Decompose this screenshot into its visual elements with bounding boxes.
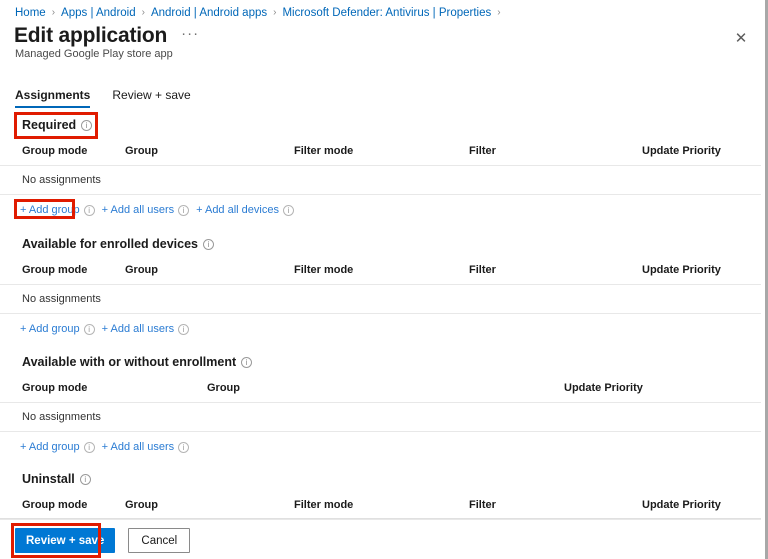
section-title-text: Required [22,118,77,132]
add-group-link[interactable]: + Add group i [20,323,95,335]
column-header-update-priority[interactable]: Update Priority [642,499,721,511]
breadcrumb-separator: › [51,7,56,18]
add-all-devices-link[interactable]: + Add all devices i [196,204,294,216]
tab-review-save[interactable]: Review + save [112,88,190,108]
column-header-update-priority[interactable]: Update Priority [642,264,721,276]
section-required: Required i Group mode Group Filter mode … [0,116,761,216]
column-header-group[interactable]: Group [125,264,158,276]
column-header-filter-mode[interactable]: Filter mode [294,264,353,276]
assignments-table-required: Group mode Group Filter mode Filter Upda… [0,145,761,195]
breadcrumb-separator-trailing: › [497,7,501,18]
section-title-uninstall: Uninstall i [22,472,91,486]
info-icon[interactable]: i [241,356,253,368]
close-icon[interactable]: ✕ [730,27,752,49]
section-title-text: Available for enrolled devices [22,237,198,251]
section-uninstall: Uninstall i Group mode Group Filter mode… [0,470,761,520]
table-header-row: Group mode Group Update Priority [0,382,761,403]
add-all-users-link[interactable]: + Add all users i [101,323,190,335]
info-icon[interactable]: i [81,119,93,131]
review-save-button[interactable]: Review + save [15,528,116,553]
column-header-group[interactable]: Group [207,382,240,394]
add-group-label: + Add group [20,204,80,216]
info-icon[interactable]: i [203,238,214,250]
add-links-row-available-enrolled: + Add group i + Add all users i [20,323,761,335]
add-group-label: + Add group [20,323,80,335]
column-header-group-mode[interactable]: Group mode [22,264,87,276]
column-header-group[interactable]: Group [125,499,158,511]
add-all-devices-label: + Add all devices [196,204,279,216]
footer-separator [0,518,761,519]
no-assignments-text: No assignments [22,293,101,305]
section-title-text: Uninstall [22,472,75,486]
table-empty-row: No assignments [0,403,761,432]
column-header-update-priority[interactable]: Update Priority [564,382,643,394]
breadcrumb-separator: › [141,7,145,18]
edit-application-blade: Home › Apps | Android › Android | Androi… [0,0,761,559]
table-header-row: Group mode Group Filter mode Filter Upda… [0,145,761,166]
add-links-row-required: + Add group i + Add all users i + Add al… [20,204,761,216]
add-group-link[interactable]: + Add group i [20,441,95,453]
section-title-available-with-without: Available with or without enrollment i [22,355,253,369]
breadcrumb-item-apps-android[interactable]: Apps | Android [61,7,136,19]
column-header-group[interactable]: Group [125,145,158,157]
add-group-link[interactable]: + Add group i [20,204,95,216]
page-subtitle: Managed Google Play store app [15,48,173,60]
screenshot-root: Home › Apps | Android › Android | Androi… [0,0,768,559]
assignments-table-uninstall: Group mode Group Filter mode Filter Upda… [0,499,761,520]
column-header-filter[interactable]: Filter [469,145,496,157]
table-header-row: Group mode Group Filter mode Filter Upda… [0,499,761,520]
add-all-users-label: + Add all users [101,204,175,216]
column-header-group-mode[interactable]: Group mode [22,382,87,394]
section-available-enrolled: Available for enrolled devices i Group m… [0,235,761,335]
breadcrumb-item-home[interactable]: Home [15,7,46,19]
breadcrumb: Home › Apps | Android › Android | Androi… [15,4,507,22]
info-icon[interactable]: i [178,441,190,453]
column-header-filter-mode[interactable]: Filter mode [294,145,353,157]
assignments-table-available-with-without: Group mode Group Update Priority No assi… [0,382,761,432]
info-icon[interactable]: i [83,323,95,335]
section-title-available-enrolled: Available for enrolled devices i [22,237,214,251]
column-header-group-mode[interactable]: Group mode [22,145,87,157]
column-header-group-mode[interactable]: Group mode [22,499,87,511]
add-all-users-label: + Add all users [101,323,175,335]
tab-bar: Assignments Review + save [15,88,213,108]
table-empty-row: No assignments [0,285,761,314]
cancel-button[interactable]: Cancel [128,528,191,553]
page-title: Edit application [14,24,168,47]
add-all-users-link[interactable]: + Add all users i [101,441,190,453]
section-title-required: Required i [22,118,93,132]
info-icon[interactable]: i [282,204,294,216]
assignments-table-available-enrolled: Group mode Group Filter mode Filter Upda… [0,264,761,314]
add-links-row-available-with-without: + Add group i + Add all users i [20,441,761,453]
add-all-users-link[interactable]: + Add all users i [101,204,190,216]
info-icon[interactable]: i [79,473,91,485]
footer-actions: Review + save Cancel [15,528,191,553]
add-group-label: + Add group [20,441,80,453]
column-header-filter[interactable]: Filter [469,499,496,511]
column-header-filter[interactable]: Filter [469,264,496,276]
info-icon[interactable]: i [178,204,190,216]
no-assignments-text: No assignments [22,411,101,423]
title-row: Edit application ··· [14,25,199,46]
add-all-users-label: + Add all users [101,441,175,453]
tab-assignments[interactable]: Assignments [15,88,91,108]
table-empty-row: No assignments [0,166,761,195]
section-available-with-without-enrollment: Available with or without enrollment i G… [0,353,761,453]
column-header-update-priority[interactable]: Update Priority [642,145,721,157]
info-icon[interactable]: i [83,441,95,453]
section-title-text: Available with or without enrollment [22,355,237,369]
info-icon[interactable]: i [178,323,190,335]
breadcrumb-item-android-android-apps[interactable]: Android | Android apps [151,7,267,19]
breadcrumb-separator: › [273,7,277,18]
column-header-filter-mode[interactable]: Filter mode [294,499,353,511]
no-assignments-text: No assignments [22,174,101,186]
breadcrumb-item-defender-properties[interactable]: Microsoft Defender: Antivirus | Properti… [282,7,491,19]
more-options-icon[interactable]: ··· [181,26,199,41]
table-header-row: Group mode Group Filter mode Filter Upda… [0,264,761,285]
info-icon[interactable]: i [83,204,95,216]
